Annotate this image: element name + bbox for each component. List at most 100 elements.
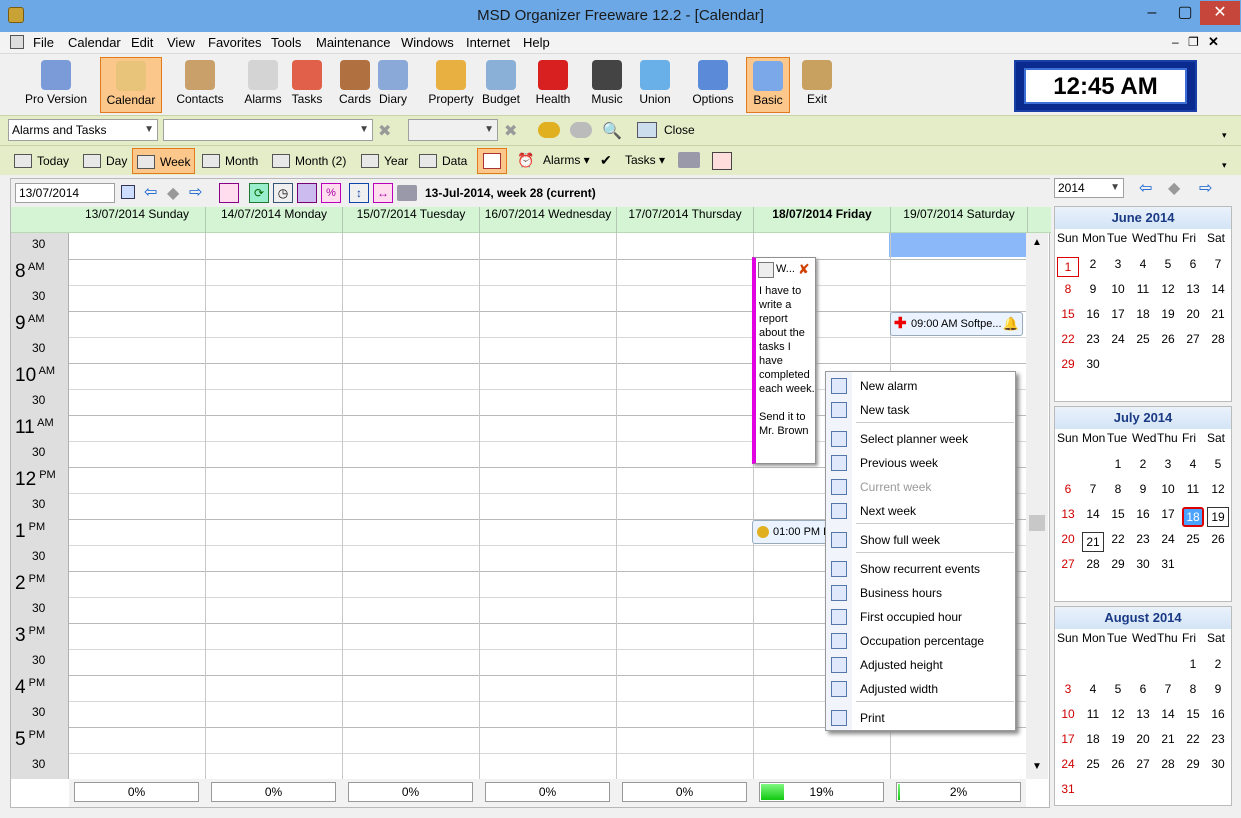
menu-item-print[interactable]: Print <box>826 706 1015 730</box>
day-cell[interactable]: 4 <box>1082 682 1104 696</box>
tasks-menu[interactable]: Tasks ▾ <box>625 153 665 167</box>
close-filter-label[interactable]: Close <box>664 123 695 137</box>
mini-next-icon[interactable]: ⇨ <box>1199 178 1212 198</box>
recurrent-icon[interactable]: ⟳ <box>249 183 269 203</box>
secondary-combo[interactable]: ▼ <box>408 119 498 141</box>
day-cell[interactable]: 3 <box>1057 682 1079 696</box>
menu-item-adjusted-height[interactable]: Adjusted height <box>826 653 1015 677</box>
clear-secondary-icon[interactable]: ✖ <box>504 121 517 141</box>
day-cell[interactable]: 1 <box>1107 457 1129 471</box>
date-picker-icon[interactable] <box>477 148 507 174</box>
menu-maintenance[interactable]: Maintenance <box>316 35 390 50</box>
view-today-tab[interactable]: Today <box>10 148 75 174</box>
delete-note-icon[interactable]: ✘ <box>798 261 810 278</box>
day-cell[interactable]: 24 <box>1057 757 1079 771</box>
day-cell[interactable]: 12 <box>1207 482 1229 496</box>
menu-help[interactable]: Help <box>523 35 550 50</box>
day-cell[interactable]: 17 <box>1057 732 1079 746</box>
day-cell[interactable]: 14 <box>1207 282 1229 296</box>
business-hours-icon[interactable]: ◷ <box>273 183 293 203</box>
mini-today-icon[interactable]: ◆ <box>1168 178 1180 198</box>
current-week-icon[interactable]: ◆ <box>167 183 179 203</box>
selected-cell[interactable] <box>889 233 1026 257</box>
day-cell[interactable]: 16 <box>1132 507 1154 521</box>
maximize-icon[interactable]: ▢ <box>1170 1 1200 25</box>
day-cell[interactable]: 7 <box>1207 257 1229 271</box>
minimize-icon[interactable]: – <box>1137 1 1167 25</box>
toolbar-tasks-button[interactable]: Tasks <box>283 57 331 113</box>
view-day-tab[interactable]: Day <box>79 148 131 174</box>
menu-view[interactable]: View <box>167 35 195 50</box>
menu-file[interactable]: File <box>33 35 54 50</box>
day-cell[interactable]: 22 <box>1107 532 1129 546</box>
event-sat-9am[interactable]: ✚ 09:00 AM Softpe... 🔔 <box>890 312 1023 336</box>
day-cell[interactable]: 25 <box>1082 757 1104 771</box>
day-cell[interactable]: 16 <box>1207 707 1229 721</box>
menu-item-show-full-week[interactable]: Show full week <box>826 528 1015 552</box>
day-cell[interactable]: 3 <box>1157 457 1179 471</box>
day-cell[interactable]: 13 <box>1132 707 1154 721</box>
day-cell[interactable]: 11 <box>1082 707 1104 721</box>
day-cell[interactable]: 12 <box>1107 707 1129 721</box>
previous-week-icon[interactable]: ⇦ <box>144 182 157 202</box>
day-cell[interactable]: 8 <box>1182 682 1204 696</box>
menu-internet[interactable]: Internet <box>466 35 510 50</box>
search-icon[interactable]: 🔍 <box>602 121 622 141</box>
day-cell[interactable]: 2 <box>1132 457 1154 471</box>
day-cell[interactable]: 26 <box>1107 757 1129 771</box>
day-cell[interactable]: 30 <box>1132 557 1154 571</box>
first-hour-icon[interactable] <box>297 183 317 203</box>
scroll-down-icon[interactable]: ▼ <box>1032 761 1042 772</box>
alarms-menu[interactable]: Alarms ▾ <box>543 153 590 167</box>
day-cell[interactable]: 2 <box>1207 657 1229 671</box>
toolbar-exit-button[interactable]: Exit <box>795 57 839 113</box>
day-cell[interactable]: 8 <box>1107 482 1129 496</box>
close-filter-icon[interactable] <box>637 122 657 138</box>
menu-item-next-week[interactable]: Next week <box>826 499 1015 523</box>
day-cell[interactable]: 20 <box>1182 307 1204 321</box>
find-next-icon[interactable] <box>570 122 592 138</box>
toolbar-budget-button[interactable]: Budget <box>475 57 527 113</box>
day-cell[interactable]: 7 <box>1082 482 1104 496</box>
day-cell[interactable]: 9 <box>1207 682 1229 696</box>
view-month-tab[interactable]: Month <box>198 148 266 174</box>
day-cell[interactable]: 15 <box>1107 507 1129 521</box>
day-cell[interactable]: 15 <box>1057 307 1079 321</box>
day-cell[interactable]: 18 <box>1182 507 1204 527</box>
day-cell[interactable]: 21 <box>1207 307 1229 321</box>
day-cell[interactable]: 13 <box>1057 507 1079 521</box>
day-cell[interactable]: 21 <box>1157 732 1179 746</box>
day-cell[interactable]: 9 <box>1132 482 1154 496</box>
day-cell[interactable]: 7 <box>1157 682 1179 696</box>
day-cell[interactable]: 27 <box>1182 332 1204 346</box>
day-cell[interactable]: 31 <box>1057 782 1079 796</box>
day-cell[interactable]: 10 <box>1057 707 1079 721</box>
category-combo[interactable]: Alarms and Tasks ▼ <box>8 119 158 141</box>
day-cell[interactable]: 19 <box>1107 732 1129 746</box>
menu-item-business-hours[interactable]: Business hours <box>826 581 1015 605</box>
day-cell[interactable]: 8 <box>1057 282 1079 296</box>
menu-calendar[interactable]: Calendar <box>68 35 121 50</box>
day-cell[interactable]: 6 <box>1057 482 1079 496</box>
day-cell[interactable]: 11 <box>1132 282 1154 296</box>
day-cell[interactable]: 5 <box>1107 682 1129 696</box>
day-cell[interactable]: 3 <box>1107 257 1129 271</box>
day-cell[interactable]: 10 <box>1107 282 1129 296</box>
day-cell[interactable]: 25 <box>1132 332 1154 346</box>
view-year-tab[interactable]: Year <box>357 148 412 174</box>
toolbar-options-button[interactable]: Options <box>683 57 743 113</box>
toolbar-pro-version-button[interactable]: Pro Version <box>14 57 98 113</box>
menu-item-new-alarm[interactable]: New alarm <box>826 374 1015 398</box>
day-cell[interactable]: 29 <box>1057 357 1079 371</box>
mdi-restore-icon[interactable]: ❐ <box>1188 35 1199 49</box>
day-cell[interactable]: 19 <box>1157 307 1179 321</box>
adjust-height-icon[interactable]: ↕ <box>349 183 369 203</box>
day-cell[interactable]: 27 <box>1132 757 1154 771</box>
day-cell[interactable]: 15 <box>1182 707 1204 721</box>
day-cell[interactable]: 4 <box>1182 457 1204 471</box>
day-cell[interactable]: 30 <box>1207 757 1229 771</box>
tasks-icon[interactable]: ✔ <box>600 152 612 169</box>
day-cell[interactable]: 21 <box>1082 532 1104 552</box>
menu-item-first-occupied-hour[interactable]: First occupied hour <box>826 605 1015 629</box>
day-cell[interactable]: 23 <box>1082 332 1104 346</box>
